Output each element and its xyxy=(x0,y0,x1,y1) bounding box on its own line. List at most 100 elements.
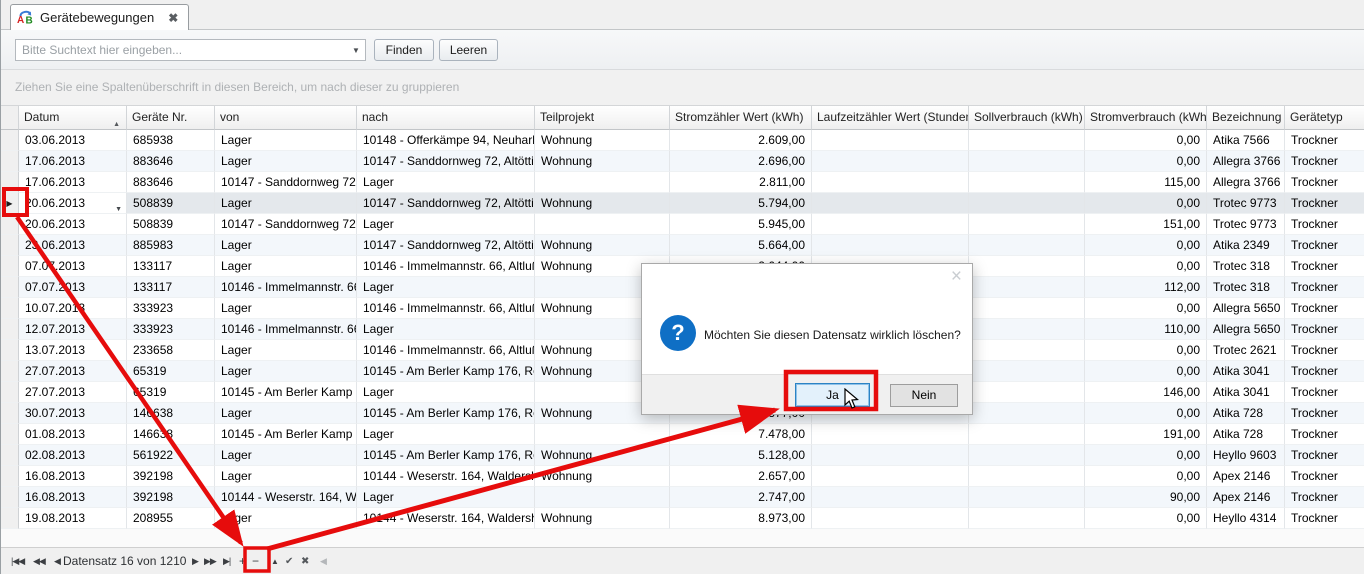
cell-von[interactable]: 10146 - Immelmannstr. 66, Altl... xyxy=(215,319,357,340)
cell-verbrauch[interactable]: 0,00 xyxy=(1085,193,1207,214)
cell-verbrauch[interactable]: 0,00 xyxy=(1085,403,1207,424)
row-indicator[interactable] xyxy=(1,151,19,172)
cell-datum[interactable]: 13.07.2013 xyxy=(19,340,127,361)
cell-typ[interactable]: Trockner xyxy=(1285,277,1364,298)
cell-verbrauch[interactable]: 0,00 xyxy=(1085,130,1207,151)
cell-datum[interactable]: 19.08.2013 xyxy=(19,508,127,529)
cell-nach[interactable]: 10147 - Sanddornweg 72, Altötting xyxy=(357,151,535,172)
cell-teilprojekt[interactable]: Wohnung xyxy=(535,130,670,151)
cell-soll[interactable] xyxy=(969,172,1085,193)
table-row[interactable]: 17.06.2013883646Lager10147 - Sanddornweg… xyxy=(1,151,1364,172)
cell-von[interactable]: Lager xyxy=(215,361,357,382)
cell-nr[interactable]: 146638 xyxy=(127,424,215,445)
cell-laufzeit[interactable] xyxy=(812,193,969,214)
cell-teilprojekt[interactable] xyxy=(535,214,670,235)
cell-nr[interactable]: 885983 xyxy=(127,235,215,256)
cell-von[interactable]: Lager xyxy=(215,298,357,319)
table-row[interactable]: 16.08.201339219810144 - Weserstr. 164, W… xyxy=(1,487,1364,508)
column-header-nach[interactable]: nach xyxy=(357,106,535,130)
column-header-strom[interactable]: Stromzähler Wert (kWh) xyxy=(670,106,812,130)
cell-bezeichnung[interactable]: Atika 3041 xyxy=(1207,361,1285,382)
cell-soll[interactable] xyxy=(969,424,1085,445)
cell-von[interactable]: Lager xyxy=(215,445,357,466)
table-row[interactable]: 20.06.201350883910147 - Sanddornweg 72, … xyxy=(1,214,1364,235)
table-row[interactable]: 03.06.2013685938Lager10148 - Offerkämpe … xyxy=(1,130,1364,151)
group-by-panel[interactable]: Ziehen Sie eine Spaltenüberschrift in di… xyxy=(1,70,1364,106)
nav-first-button[interactable]: |◀◀ xyxy=(11,548,24,574)
cell-laufzeit[interactable] xyxy=(812,172,969,193)
cell-nr[interactable]: 233658 xyxy=(127,340,215,361)
cell-teilprojekt[interactable]: Wohnung xyxy=(535,235,670,256)
cell-typ[interactable]: Trockner xyxy=(1285,319,1364,340)
row-indicator[interactable] xyxy=(1,466,19,487)
cell-laufzeit[interactable] xyxy=(812,214,969,235)
cell-nach[interactable]: Lager xyxy=(357,424,535,445)
cell-strom[interactable]: 5.128,00 xyxy=(670,445,812,466)
cell-bezeichnung[interactable]: Heyllo 9603 xyxy=(1207,445,1285,466)
cell-strom[interactable]: 5.664,00 xyxy=(670,235,812,256)
cell-von[interactable]: 10144 - Weserstr. 164, Walder... xyxy=(215,487,357,508)
cell-nach[interactable]: Lager xyxy=(357,214,535,235)
nav-cancel-button[interactable]: ✖ xyxy=(301,548,308,574)
cell-teilprojekt[interactable] xyxy=(535,424,670,445)
nav-last-button[interactable]: ▶| xyxy=(223,548,230,574)
cell-laufzeit[interactable] xyxy=(812,424,969,445)
cell-typ[interactable]: Trockner xyxy=(1285,172,1364,193)
nav-append-button[interactable]: + xyxy=(239,548,246,574)
row-indicator[interactable] xyxy=(1,319,19,340)
cell-strom[interactable]: 2.657,00 xyxy=(670,466,812,487)
tab-close-icon[interactable]: ✖ xyxy=(168,11,178,25)
cell-soll[interactable] xyxy=(969,235,1085,256)
nav-prev-button[interactable]: ◀ xyxy=(54,548,60,574)
cell-teilprojekt[interactable]: Wohnung xyxy=(535,466,670,487)
cell-soll[interactable] xyxy=(969,319,1085,340)
cell-bezeichnung[interactable]: Atika 728 xyxy=(1207,403,1285,424)
cell-von[interactable]: 10145 - Am Berler Kamp 176, R... xyxy=(215,382,357,403)
cell-nach[interactable]: 10144 - Weserstr. 164, Waldersh... xyxy=(357,466,535,487)
cell-nr[interactable]: 508839 xyxy=(127,214,215,235)
table-row[interactable]: ▶20.06.2013▼508839Lager10147 - Sanddornw… xyxy=(1,193,1364,214)
cell-verbrauch[interactable]: 0,00 xyxy=(1085,151,1207,172)
cell-datum[interactable]: 16.08.2013 xyxy=(19,487,127,508)
cell-datum[interactable]: 27.07.2013 xyxy=(19,361,127,382)
row-indicator[interactable] xyxy=(1,340,19,361)
cell-typ[interactable]: Trockner xyxy=(1285,424,1364,445)
cell-teilprojekt[interactable]: Wohnung xyxy=(535,445,670,466)
cell-datum[interactable]: 23.06.2013 xyxy=(19,235,127,256)
cell-nach[interactable]: 10146 - Immelmannstr. 66, Altluß... xyxy=(357,340,535,361)
cell-bezeichnung[interactable]: Apex 2146 xyxy=(1207,466,1285,487)
column-header-bezeichnung[interactable]: Bezeichnung xyxy=(1207,106,1285,130)
cell-von[interactable]: Lager xyxy=(215,403,357,424)
cell-soll[interactable] xyxy=(969,508,1085,529)
cell-strom[interactable]: 8.973,00 xyxy=(670,508,812,529)
cell-datum[interactable]: 07.07.2013 xyxy=(19,277,127,298)
cell-nr[interactable]: 208955 xyxy=(127,508,215,529)
cell-nach[interactable]: 10146 - Immelmannstr. 66, Altluß... xyxy=(357,298,535,319)
cell-soll[interactable] xyxy=(969,193,1085,214)
cell-von[interactable]: 10146 - Immelmannstr. 66, Altl... xyxy=(215,277,357,298)
cell-bezeichnung[interactable]: Trotec 318 xyxy=(1207,277,1285,298)
cell-nr[interactable]: 146638 xyxy=(127,403,215,424)
column-header-soll[interactable]: Sollverbrauch (kWh) xyxy=(969,106,1085,130)
cell-verbrauch[interactable]: 110,00 xyxy=(1085,319,1207,340)
cell-typ[interactable]: Trockner xyxy=(1285,214,1364,235)
cell-typ[interactable]: Trockner xyxy=(1285,445,1364,466)
cell-soll[interactable] xyxy=(969,361,1085,382)
cell-soll[interactable] xyxy=(969,151,1085,172)
row-indicator[interactable] xyxy=(1,424,19,445)
cell-bezeichnung[interactable]: Trotec 9773 xyxy=(1207,193,1285,214)
row-indicator[interactable] xyxy=(1,256,19,277)
cell-verbrauch[interactable]: 112,00 xyxy=(1085,277,1207,298)
cell-bezeichnung[interactable]: Atika 7566 xyxy=(1207,130,1285,151)
cell-nach[interactable]: 10145 - Am Berler Kamp 176, Röd... xyxy=(357,361,535,382)
cell-typ[interactable]: Trockner xyxy=(1285,382,1364,403)
date-dropdown-icon[interactable]: ▼ xyxy=(115,200,122,214)
find-button[interactable]: Finden xyxy=(374,39,434,61)
cell-laufzeit[interactable] xyxy=(812,466,969,487)
cell-typ[interactable]: Trockner xyxy=(1285,361,1364,382)
cell-typ[interactable]: Trockner xyxy=(1285,235,1364,256)
cell-datum[interactable]: 07.07.2013 xyxy=(19,256,127,277)
cell-laufzeit[interactable] xyxy=(812,487,969,508)
cell-nach[interactable]: 10147 - Sanddornweg 72, Altötting xyxy=(357,235,535,256)
cell-bezeichnung[interactable]: Trotec 9773 xyxy=(1207,214,1285,235)
